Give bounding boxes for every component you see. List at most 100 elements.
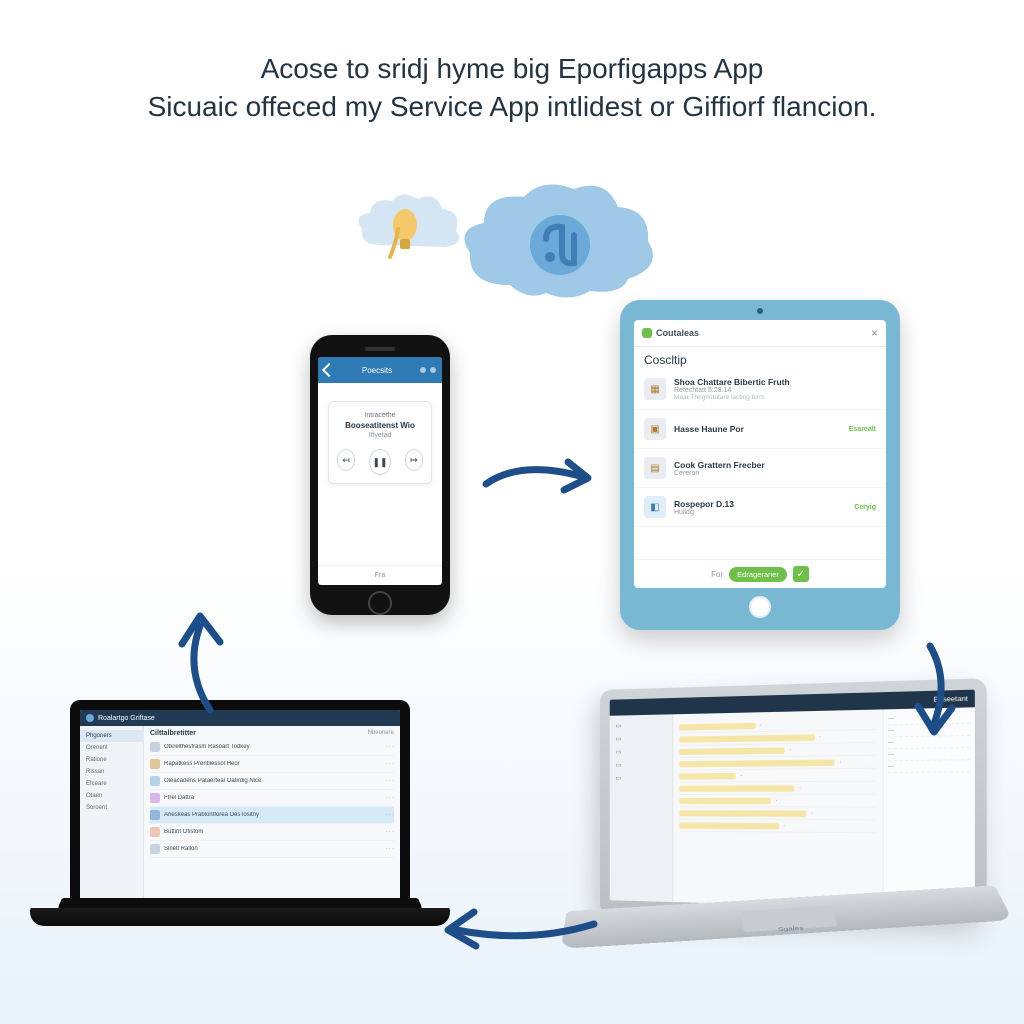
table-row[interactable]: · [679,782,875,795]
phone-topbar: Poecsits [318,357,442,383]
cloud-cluster [350,175,670,325]
list-thumb-icon: ▤ [644,457,666,479]
row-label: Otkrelthesfrasm Rasoart Todkey [164,744,381,750]
smartphone-device: Poecsits Intracethe Booseatitenst Wio It… [310,335,450,615]
section-title: Cilttalbretitter [150,730,196,737]
phone-topbar-title: Poecsits [362,366,392,375]
sidebar-item[interactable]: Phgoners [80,730,143,742]
list-item-title: Rospepor D.13 [674,499,846,509]
row-icon [150,810,160,820]
tablet-home-button[interactable] [749,596,771,618]
table-row[interactable]: Buttint Ofistom · · · [150,824,394,841]
phone-now-playing-card: Intracethe Booseatitenst Wio Itfyetad ↤ … [328,401,432,484]
tablet-brand: Coutaleas [642,328,699,338]
list-thumb-icon: ▣ [644,418,666,440]
phone-card-subtitle: Itfyetad [337,432,423,439]
diagram-stage: Poecsits Intracethe Booseatitenst Wio It… [0,0,1024,1024]
table-row[interactable]: · [679,807,875,820]
panel-line: — [888,763,970,773]
play-pause-icon[interactable]: ❚❚ [369,449,391,475]
table-row[interactable]: Ffrel Dattra · · · [150,790,394,807]
check-icon[interactable]: ✓ [793,566,809,582]
close-icon[interactable]: × [871,326,878,340]
row-meta: · · · [385,795,394,801]
sidebar-item[interactable]: ▭ [610,718,673,732]
list-item-sub: Refechtatt 5.28.14 [674,387,868,394]
sidebar-item[interactable]: Soroent [80,802,143,814]
tablet-brand-label: Coutaleas [656,328,699,338]
list-thumb-icon: ◧ [644,496,666,518]
row-icon [150,742,160,752]
row-label: Rapatkess Prentilessol Heor [164,761,381,767]
sidebar-item[interactable]: Ratione [80,754,143,766]
table-row[interactable]: Otkrelthesfrasm Rasoart Todkey · · · [150,739,394,756]
back-icon[interactable] [322,363,336,377]
sidebar-item[interactable]: Efceare [80,778,143,790]
list-item-title: Shoa Chattare Bibertic Fruth [674,377,868,387]
list-item-meta: Mear Thrighotutare lacting terrs [674,394,868,401]
row-label: Ffrel Dattra [164,795,381,801]
tablet-footer-action[interactable]: Edragerarier [729,567,787,582]
tablet-section-title: Coscltip [634,347,886,369]
list-item-tag: Ceryig [854,504,876,511]
list-item[interactable]: ▤ Cook Grattern Frecber Cereron [634,449,886,488]
phone-footer-label: Fra [318,565,442,585]
arrow-phone-to-tablet-icon [480,440,600,520]
app-logo-icon [86,714,94,722]
list-item[interactable]: ▦ Shoa Chattare Bibertic Fruth Refechtat… [634,369,886,410]
table-row[interactable]: · [679,819,875,833]
list-item[interactable]: ▣ Hasse Haune Por Esarealt [634,410,886,449]
list-item-tag: Esarealt [849,426,876,433]
tablet-brand-icon [642,328,652,338]
phone-card-title: Booseatitenst Wio [337,421,423,430]
row-meta: · · · [385,761,394,767]
tablet-header: Coutaleas × [634,320,886,347]
sidebar-item[interactable]: ▭ [610,745,673,759]
table-row[interactable]: · [679,769,875,783]
sidebar-item[interactable]: Otaen [80,790,143,802]
table-row[interactable]: Oleacadens Pataerteal Oatirdig Nice· · · [150,773,394,790]
row-meta: · · · [385,812,394,818]
list-item[interactable]: ◧ Rospepor D.13 Hulldg Ceryig [634,488,886,527]
row-meta: · · · [385,829,394,835]
phone-media-controls: ↤ ❚❚ ↦ [337,449,423,475]
laptop-dark-section-header: Cilttalbretitter Nbeonere [150,730,394,737]
row-icon [150,776,160,786]
list-item-title: Hasse Haune Por [674,424,841,434]
sidebar-item[interactable]: Rissan [80,766,143,778]
row-icon [150,827,160,837]
row-meta: · · · [385,744,394,750]
tablet-camera [757,308,763,314]
row-icon [150,793,160,803]
row-label: Buttint Ofistom [164,829,381,835]
row-icon [150,844,160,854]
sidebar-item[interactable]: ▭ [610,771,673,785]
laptop-silver-main: · · · · · · · · · [673,709,882,907]
next-icon[interactable]: ↦ [405,449,423,471]
table-row[interactable]: · [679,795,875,808]
table-row[interactable]: Rapatkess Prentilessol Heor · · · [150,756,394,773]
table-row[interactable]: Sinetl Rallon · · · [150,841,394,858]
laptop-dark-keyboard [58,898,423,908]
list-thumb-icon: ▦ [644,378,666,400]
previous-icon[interactable]: ↤ [337,449,355,471]
laptop-dark-titlebar: Roalartgo Griftase [80,710,400,726]
laptop-dark-base [30,908,450,926]
arrow-laptop-to-laptop-icon [440,900,600,960]
laptop-dark-body: Phgoners Orenent Ratione Rissan Efceare … [80,726,400,900]
sidebar-item[interactable]: ▭ [610,758,673,772]
phone-speaker [365,347,395,351]
sidebar-item[interactable]: Orenent [80,742,143,754]
tablet-list: ▦ Shoa Chattare Bibertic Fruth Refechtat… [634,369,886,559]
tablet-device: Coutaleas × Coscltip ▦ Shoa Chattare Bib… [620,300,900,630]
phone-topbar-indicators [420,367,436,373]
sidebar-item[interactable]: ▭ [610,732,673,746]
phone-screen: Poecsits Intracethe Booseatitenst Wio It… [318,357,442,585]
row-meta: · · · [385,778,394,784]
laptop-dark-lid: Roalartgo Griftase Phgoners Orenent Rati… [70,700,410,910]
row-meta: · · · [385,846,394,852]
laptop-dark-screen: Roalartgo Griftase Phgoners Orenent Rati… [80,710,400,900]
phone-home-button[interactable] [368,591,392,615]
row-label: Sinetl Rallon [164,846,381,852]
table-row[interactable]: Aneskeas Prablontforea DesTositny· · · [150,807,394,824]
